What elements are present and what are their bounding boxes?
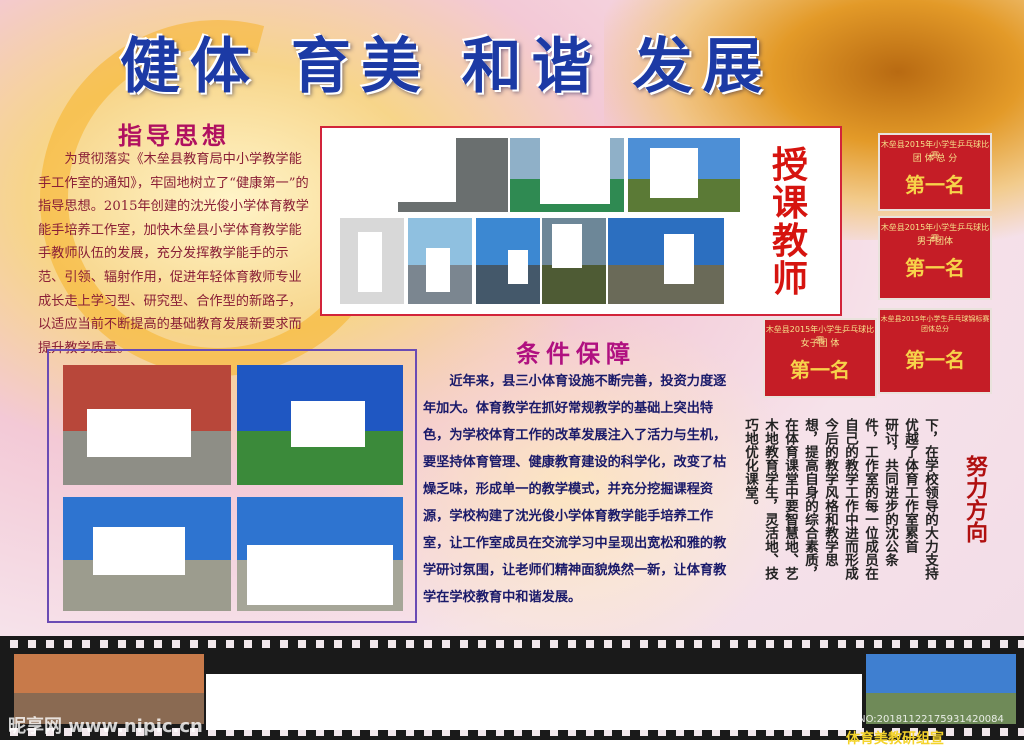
photo-mask bbox=[358, 232, 382, 292]
photo-mask bbox=[664, 234, 694, 284]
photo-mask bbox=[540, 138, 610, 204]
condition-heading: 条件保障 bbox=[516, 339, 636, 368]
photo-mask bbox=[398, 138, 456, 202]
guide-text: 为贯彻落实《木垒县教育局中小学教学能手工作室的通知》，牢固地树立了“健康第一”的… bbox=[38, 152, 309, 356]
award-place: 第一名 bbox=[905, 173, 965, 197]
activity-photo-frame bbox=[47, 349, 417, 623]
vertical-text-column: 木地教育学生，灵活地、技 bbox=[762, 418, 778, 580]
photo-mask bbox=[247, 545, 393, 605]
award-certificate: 木垒县2015年小学生乒乓球比赛 女子团 体 第一名 bbox=[763, 318, 877, 398]
vertical-text-column: 在体育课堂中要智慧地、艺 bbox=[782, 418, 798, 580]
award-certificate: 木垒县2015年小学生乒乓球锦标赛团体总分 第一名 bbox=[878, 308, 992, 394]
photo-mask bbox=[291, 401, 365, 447]
bottom-caption: 体育美教研组宣 bbox=[846, 731, 944, 747]
award-certificate: 木垒县2015年小学生乒乓球比赛 团 体 总 分 第一名 bbox=[878, 133, 992, 211]
photo-mask bbox=[508, 250, 528, 284]
condition-text: 近年来，县三小体育设施不断完善，投资力度逐年加大。体育教学在抓好常规教学的基础上… bbox=[423, 374, 727, 605]
photo-mask bbox=[552, 224, 582, 268]
vertical-text-column: 研讨，共同进步的沈公条 bbox=[882, 418, 898, 567]
award-place: 第一名 bbox=[905, 256, 965, 280]
photo-mask bbox=[426, 248, 450, 292]
award-line2: 男子团体 bbox=[916, 237, 953, 247]
photo-mask bbox=[87, 409, 191, 457]
vertical-text-column: 今后的教学风格和教学思 bbox=[822, 418, 838, 567]
award-place: 第一名 bbox=[905, 348, 965, 372]
photo-mask bbox=[93, 527, 185, 575]
vertical-text-column: 自己的教学工作中进而形成 bbox=[842, 418, 858, 580]
guide-heading: 指导思想 bbox=[118, 121, 230, 150]
film-photo-mask bbox=[206, 674, 862, 730]
poster-title: 健体 育美 和谐 发展 bbox=[120, 32, 773, 102]
vertical-text-column: 巧地优化课堂。 bbox=[742, 418, 758, 513]
award-line2: 女子团 体 bbox=[800, 339, 840, 349]
photo-mask bbox=[650, 148, 698, 198]
award-certificate: 木垒县2015年小学生乒乓球比赛 男子团体 第一名 bbox=[878, 216, 992, 300]
effort-title: 努力方向 bbox=[962, 455, 988, 543]
award-place: 第一名 bbox=[790, 358, 850, 382]
vertical-text-column: 下，在学校领导的大力支持 bbox=[922, 418, 938, 580]
award-line2: 团 体 总 分 bbox=[912, 154, 958, 164]
vertical-text-column: 件，工作室的每一位成员在 bbox=[862, 418, 878, 580]
award-line1: 木垒县2015年小学生乒乓球锦标赛团体总分 bbox=[880, 315, 990, 333]
vertical-text-column: 想，提高自身的综合素质， bbox=[802, 418, 818, 580]
watermark-site: 昵享网 www.nipic.cn bbox=[8, 716, 203, 737]
watermark-id: ID:26514770 NO:20181122175931420084 bbox=[790, 714, 1004, 725]
film-perforations bbox=[0, 640, 1024, 648]
vertical-text-column: 优越了体育工作室累首 bbox=[902, 418, 918, 553]
teaching-title: 授课教师 bbox=[771, 144, 808, 300]
